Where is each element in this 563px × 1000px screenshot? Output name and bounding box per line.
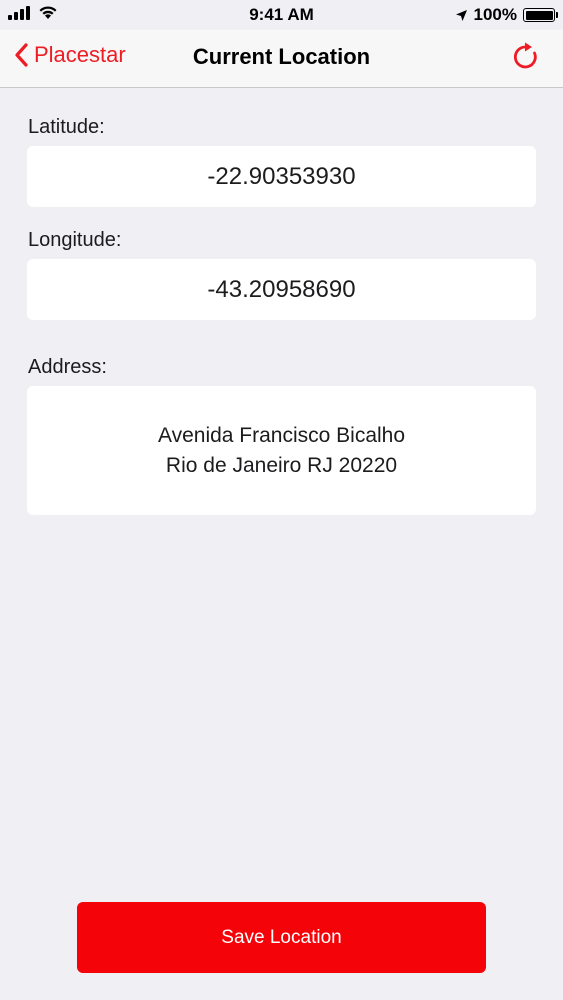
longitude-value: -43.20958690	[207, 275, 356, 303]
address-field: Avenida Francisco Bicalho Rio de Janeiro…	[27, 386, 536, 515]
longitude-label: Longitude:	[28, 229, 122, 251]
address-label: Address:	[28, 356, 107, 378]
latitude-value: -22.90353930	[207, 162, 356, 190]
save-location-button[interactable]: Save Location	[77, 902, 486, 973]
battery-fill	[525, 10, 553, 20]
address-line-2: Rio de Janeiro RJ 20220	[165, 453, 398, 477]
status-bar: 9:41 AM 100%	[0, 0, 563, 30]
longitude-field: -43.20958690	[27, 259, 536, 320]
address-line-1: Avenida Francisco Bicalho	[157, 423, 406, 447]
save-location-label: Save Location	[221, 926, 342, 948]
refresh-icon	[513, 42, 537, 69]
battery-percent: 100%	[473, 5, 517, 24]
status-right: 100%	[455, 5, 558, 25]
refresh-button[interactable]	[511, 42, 541, 77]
latitude-label: Latitude:	[28, 116, 105, 138]
location-arrow-icon	[455, 9, 467, 21]
page-title: Current Location	[192, 44, 371, 69]
latitude-field: -22.90353930	[27, 146, 536, 207]
navigation-bar: Placestar Current Location	[0, 30, 563, 88]
battery-icon	[523, 8, 558, 22]
